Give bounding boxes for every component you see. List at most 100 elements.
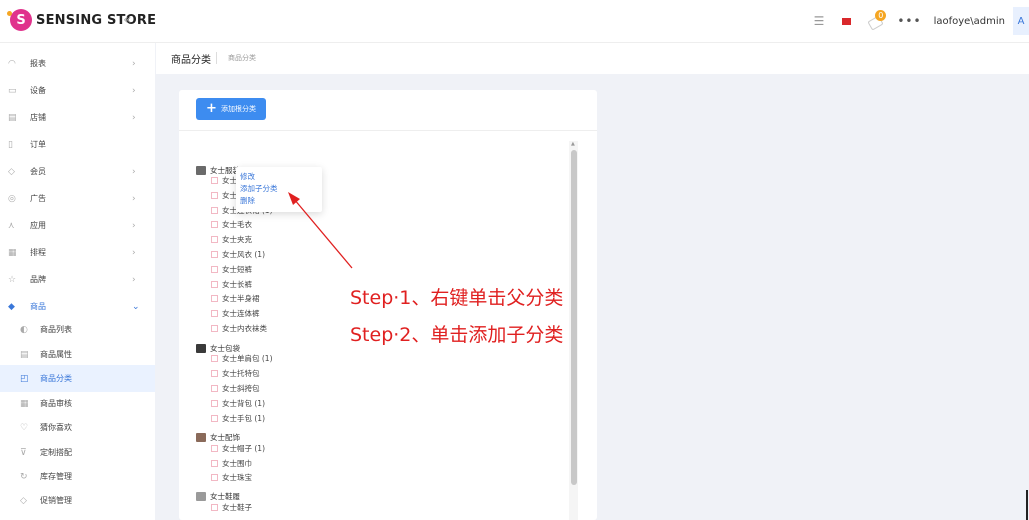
- category-thumbnail: [196, 491, 206, 501]
- category-icon: ◰: [20, 373, 29, 384]
- sidebar-subitem-goods-audit[interactable]: ▦ 商品审核: [0, 390, 155, 417]
- sidebar-item-label: 库存管理: [40, 472, 72, 481]
- tree-child-node[interactable]: 女士珠宝: [211, 471, 252, 484]
- sidebar-subitem-custom-match[interactable]: ⊽ 定制搭配: [0, 439, 155, 466]
- tree-child-node[interactable]: 女士帽子 (1): [211, 442, 265, 455]
- sidebar-item-app[interactable]: ⋏ 应用 ›: [0, 212, 155, 239]
- sidebar-item-label: 商品分类: [40, 374, 72, 383]
- image-placeholder-icon: [211, 385, 218, 392]
- sidebar-item-label: 广告: [30, 194, 46, 203]
- sidebar-item-store[interactable]: ▤ 店铺 ›: [0, 104, 155, 131]
- logo[interactable]: S SENSING STORE: [7, 9, 157, 31]
- chevron-right-icon: ›: [132, 220, 136, 231]
- tree-parent-label: 女士配饰: [210, 432, 240, 442]
- member-icon: ◇: [8, 166, 15, 177]
- context-menu-edit[interactable]: 修改: [240, 171, 255, 182]
- image-placeholder-icon: [211, 474, 218, 481]
- sidebar-item-device[interactable]: ▭ 设备 ›: [0, 77, 155, 104]
- collapse-sidebar-icon[interactable]: «: [123, 12, 132, 28]
- sidebar: ◠ 报表 › ▭ 设备 › ▤ 店铺 › ▯ 订单 ◇ 会员 › ◎ 广告 › …: [0, 43, 155, 520]
- app-icon: ⋏: [8, 220, 15, 231]
- attribute-icon: ▤: [20, 349, 29, 360]
- sidebar-item-label: 促销管理: [40, 496, 72, 505]
- sidebar-item-label: 设备: [30, 86, 46, 95]
- breadcrumb-item[interactable]: 商品分类: [228, 53, 256, 63]
- sidebar-item-label: 猜你喜欢: [40, 423, 72, 432]
- sidebar-item-member[interactable]: ◇ 会员 ›: [0, 158, 155, 185]
- tree-child-label: 女士单肩包 (1): [222, 354, 273, 363]
- sidebar-item-label: 定制搭配: [40, 448, 72, 457]
- tree-parent-label: 女士鞋履: [210, 491, 240, 501]
- sidebar-item-label: 应用: [30, 221, 46, 230]
- avatar[interactable]: A: [1013, 7, 1029, 35]
- tree-child-label: 女士托特包: [222, 369, 260, 378]
- add-root-category-button[interactable]: + 添加根分类: [196, 98, 266, 120]
- sidebar-subitem-stock[interactable]: ↻ 库存管理: [0, 463, 155, 490]
- context-menu-add-child[interactable]: 添加子分类: [240, 183, 278, 194]
- tree-child-node[interactable]: 女士风衣 (1): [211, 248, 265, 261]
- promo-icon: ◇: [20, 495, 27, 506]
- tree-child-node[interactable]: 女士围巾: [211, 457, 252, 470]
- language-flag-icon[interactable]: [842, 17, 852, 25]
- chevron-right-icon: ›: [132, 85, 136, 96]
- sidebar-item-schedule[interactable]: ▦ 排程 ›: [0, 239, 155, 266]
- tree-child-node[interactable]: 女士单肩包 (1): [211, 352, 273, 365]
- breadcrumb-divider: [216, 52, 217, 64]
- tree-child-node[interactable]: 女士托特包: [211, 367, 260, 380]
- sidebar-item-order[interactable]: ▯ 订单: [0, 131, 155, 158]
- sidebar-subitem-goods-list[interactable]: ◐ 商品列表: [0, 316, 155, 343]
- user-name[interactable]: laofoye\admin: [934, 16, 1005, 27]
- context-menu-delete[interactable]: 删除: [240, 195, 255, 206]
- settings-sliders-icon[interactable]: ☰: [814, 14, 825, 28]
- tree-child-node[interactable]: 女士短裤: [211, 263, 252, 276]
- tree-child-node[interactable]: 女士毛衣: [211, 218, 252, 231]
- notification-badge: 0: [875, 10, 887, 21]
- image-placeholder-icon: [211, 177, 218, 184]
- tree-child-label: 女士背包 (1): [222, 399, 266, 408]
- tree-child-node[interactable]: 女士鞋子: [211, 501, 252, 514]
- tree-child-node[interactable]: 女士半身裙: [211, 292, 260, 305]
- tree-child-node[interactable]: 女士连体裤: [211, 307, 260, 320]
- sidebar-item-brand[interactable]: ☆ 品牌 ›: [0, 266, 155, 293]
- tree-child-node[interactable]: 女士背包 (1): [211, 397, 265, 410]
- divider: [179, 130, 597, 131]
- match-icon: ⊽: [20, 447, 27, 458]
- tree-child-label: 女士珠宝: [222, 473, 252, 482]
- tree-child-node[interactable]: 女士长裤: [211, 278, 252, 291]
- sidebar-item-label: 店铺: [30, 113, 46, 122]
- tree-child-node[interactable]: 女士手包 (1): [211, 412, 265, 425]
- image-placeholder-icon: [211, 460, 218, 467]
- chart-icon: ◠: [8, 58, 16, 69]
- sidebar-item-report[interactable]: ◠ 报表 ›: [0, 50, 155, 77]
- chevron-down-icon: ⌄: [132, 301, 140, 312]
- more-icon[interactable]: •••: [897, 14, 921, 28]
- heart-icon: ♡: [20, 422, 29, 433]
- sidebar-subitem-goods-attribute[interactable]: ▤ 商品属性: [0, 341, 155, 368]
- sidebar-subitem-guess-like[interactable]: ♡ 猜你喜欢: [0, 414, 155, 441]
- image-placeholder-icon: [211, 221, 218, 228]
- store-icon: ▤: [8, 112, 17, 123]
- breadcrumb: 商品分类 商品分类: [156, 43, 1029, 74]
- chevron-right-icon: ›: [132, 112, 136, 123]
- notification-icon[interactable]: 0: [867, 10, 887, 31]
- chevron-right-icon: ›: [132, 247, 136, 258]
- image-placeholder-icon: [211, 295, 218, 302]
- sidebar-subitem-goods-category[interactable]: ◰ 商品分类: [0, 365, 155, 392]
- image-placeholder-icon: [211, 266, 218, 273]
- tree-child-node[interactable]: 女士内衣袜类: [211, 322, 267, 335]
- image-placeholder-icon: [211, 236, 218, 243]
- tree-child-label: 女士夹克: [222, 235, 252, 244]
- sidebar-item-label: 排程: [30, 248, 46, 257]
- sidebar-subitem-promo[interactable]: ◇ 促销管理: [0, 487, 155, 514]
- tree-child-node[interactable]: 女士夹克: [211, 233, 252, 246]
- logo-text: SENSING STORE: [36, 12, 157, 28]
- image-placeholder-icon: [211, 504, 218, 511]
- scrollbar-thumb[interactable]: [571, 150, 577, 485]
- sidebar-item-label: 商品: [30, 302, 46, 311]
- device-icon: ▭: [8, 85, 17, 96]
- scroll-up-icon[interactable]: ▲: [571, 141, 575, 147]
- text-cursor: [1026, 490, 1028, 520]
- tree-child-label: 女士长裤: [222, 280, 252, 289]
- tree-child-node[interactable]: 女士斜挎包: [211, 382, 260, 395]
- sidebar-item-ad[interactable]: ◎ 广告 ›: [0, 185, 155, 212]
